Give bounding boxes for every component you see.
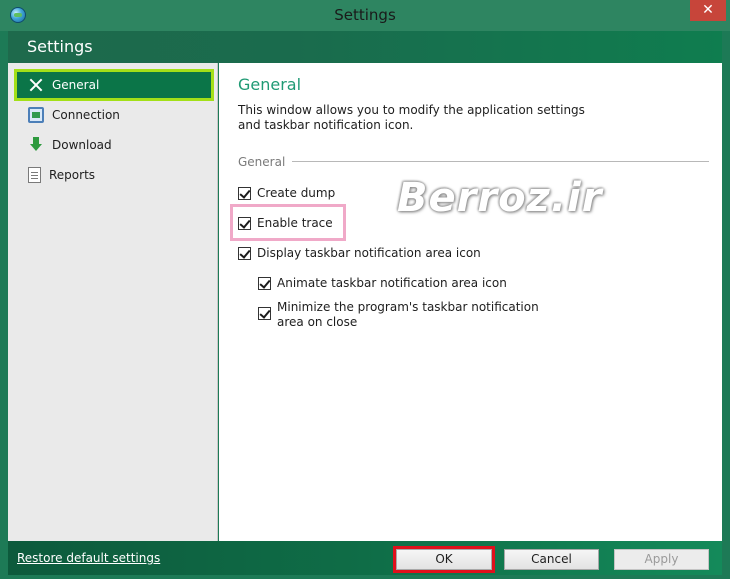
minimize-on-close-option[interactable]: Minimize the program's taskbar notificat… [258, 300, 548, 330]
connection-icon [28, 107, 44, 123]
ok-button[interactable]: OK [396, 549, 492, 570]
tools-icon [28, 77, 44, 93]
animate-tray-icon-option[interactable]: Animate taskbar notification area icon [258, 276, 507, 291]
group-label: General [238, 155, 286, 169]
window-title: Settings [334, 6, 396, 24]
display-tray-icon-option[interactable]: Display taskbar notification area icon [238, 246, 481, 261]
settings-window: Settings ✕ Settings General Connection D… [0, 0, 730, 579]
header-title: Settings [27, 37, 93, 56]
close-button[interactable]: ✕ [690, 0, 726, 21]
sidebar-item-connection[interactable]: Connection [16, 102, 210, 128]
settings-header: Settings [8, 31, 722, 63]
sidebar-item-label: General [52, 78, 100, 92]
sidebar-item-general[interactable]: General [14, 69, 214, 101]
sidebar-item-reports[interactable]: Reports [16, 162, 210, 188]
sidebar-item-label: Reports [49, 168, 96, 182]
option-label: Create dump [257, 186, 336, 200]
enable-trace-checkbox[interactable] [238, 217, 251, 230]
create-dump-option[interactable]: Create dump [238, 186, 335, 201]
animate-tray-icon-checkbox[interactable] [258, 277, 271, 290]
minimize-on-close-checkbox[interactable] [258, 307, 271, 320]
title-bar[interactable]: Settings ✕ [0, 0, 730, 31]
display-tray-icon-checkbox[interactable] [238, 247, 251, 260]
sidebar: General Connection Download Reports [8, 63, 218, 541]
option-label: Enable trace [257, 216, 333, 230]
dialog-footer: Restore default settings OK Cancel Apply [8, 541, 722, 575]
reports-icon [28, 167, 41, 183]
option-label: Animate taskbar notification area icon [277, 276, 507, 290]
option-label: Minimize the program's taskbar notificat… [277, 300, 539, 329]
page-description: This window allows you to modify the app… [238, 103, 585, 132]
group-divider [292, 161, 709, 162]
sidebar-item-label: Connection [52, 108, 120, 122]
apply-button[interactable]: Apply [614, 549, 709, 570]
enable-trace-option[interactable]: Enable trace [238, 216, 333, 231]
sidebar-item-download[interactable]: Download [16, 132, 210, 158]
settings-content: General This window allows you to modify… [219, 63, 722, 541]
sidebar-item-label: Download [52, 138, 112, 152]
page-title: General [238, 75, 302, 94]
watermark-text: Berroz.ir [397, 175, 603, 221]
cancel-button[interactable]: Cancel [504, 549, 599, 570]
create-dump-checkbox[interactable] [238, 187, 251, 200]
option-label: Display taskbar notification area icon [257, 246, 481, 260]
download-icon [28, 137, 44, 153]
restore-defaults-link[interactable]: Restore default settings [17, 551, 160, 565]
